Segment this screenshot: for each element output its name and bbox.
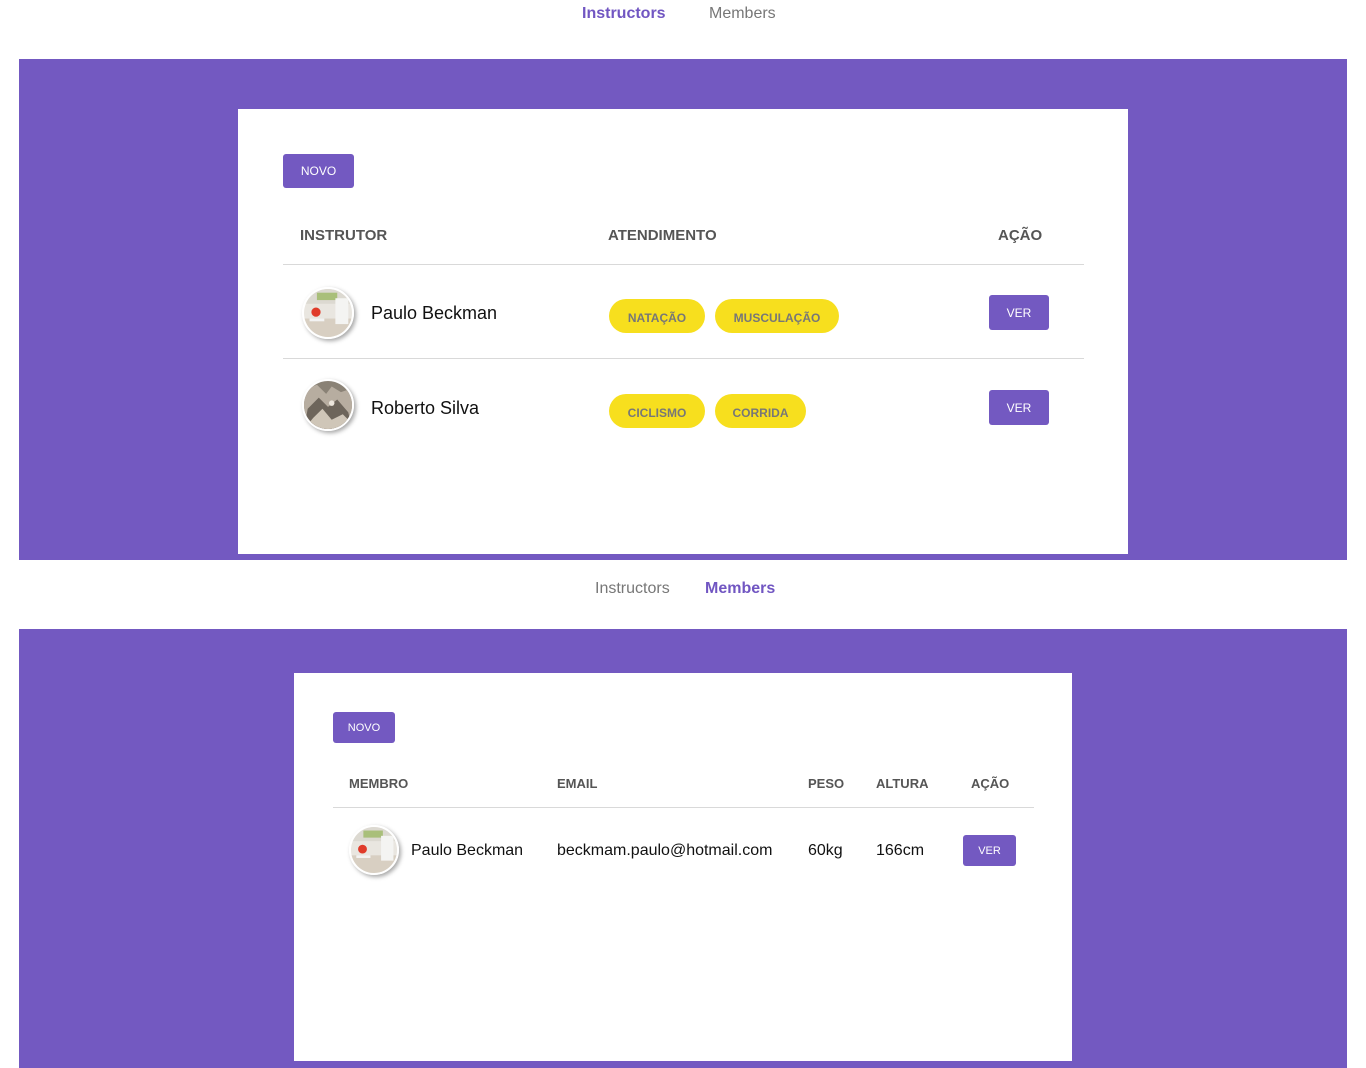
new-member-button[interactable]: NOVO xyxy=(333,712,395,743)
header-service: ATENDIMENTO xyxy=(608,227,717,244)
avatar xyxy=(302,379,354,431)
instructor-name: Roberto Silva xyxy=(371,398,480,418)
header-email: EMAIL xyxy=(557,776,598,791)
view-instructor-button[interactable]: VER xyxy=(989,295,1049,330)
header-instructor: INSTRUTOR xyxy=(300,227,388,244)
desk-photo-icon xyxy=(304,289,352,337)
nav-link-members[interactable]: Members xyxy=(709,5,776,23)
header-height: ALTURA xyxy=(876,776,929,791)
service-pill: MUSCULAÇÃO xyxy=(715,299,839,333)
member-height: 166cm xyxy=(876,842,925,859)
nav-link-instructors[interactable]: Instructors xyxy=(582,5,666,23)
top-nav-members-view: Instructors Members xyxy=(0,577,1366,601)
service-pill: CORRIDA xyxy=(715,394,806,428)
instructor-name: Paulo Beckman xyxy=(371,303,498,323)
row-divider xyxy=(283,358,1084,359)
members-card: NOVO MEMBRO EMAIL PESO ALTURA AÇÃO Paulo… xyxy=(294,673,1072,1061)
header-divider xyxy=(333,807,1034,808)
desk-photo-icon xyxy=(351,827,397,873)
header-member: MEMBRO xyxy=(349,776,409,791)
instructors-card: NOVO INSTRUTOR ATENDIMENTO AÇÃO Paulo Be… xyxy=(238,109,1128,554)
header-action: AÇÃO xyxy=(971,776,1010,791)
header-divider xyxy=(283,264,1084,265)
header-action: AÇÃO xyxy=(998,227,1043,244)
member-name: Paulo Beckman xyxy=(411,842,524,859)
new-instructor-button[interactable]: NOVO xyxy=(283,154,354,188)
header-weight: PESO xyxy=(808,776,845,791)
member-email: beckmam.paulo@hotmail.com xyxy=(557,842,773,859)
member-weight: 60kg xyxy=(808,842,843,859)
avatar xyxy=(302,287,354,339)
service-pill: CICLISMO xyxy=(609,394,705,428)
rocks-photo-icon xyxy=(304,381,352,429)
nav-link-instructors[interactable]: Instructors xyxy=(595,580,670,598)
service-pill: NATAÇÃO xyxy=(609,299,705,333)
nav-link-members[interactable]: Members xyxy=(705,580,775,598)
top-nav-instructors-view: Instructors Members xyxy=(0,2,1366,26)
view-instructor-button[interactable]: VER xyxy=(989,390,1049,425)
view-member-button[interactable]: VER xyxy=(963,835,1016,866)
avatar xyxy=(349,825,399,875)
